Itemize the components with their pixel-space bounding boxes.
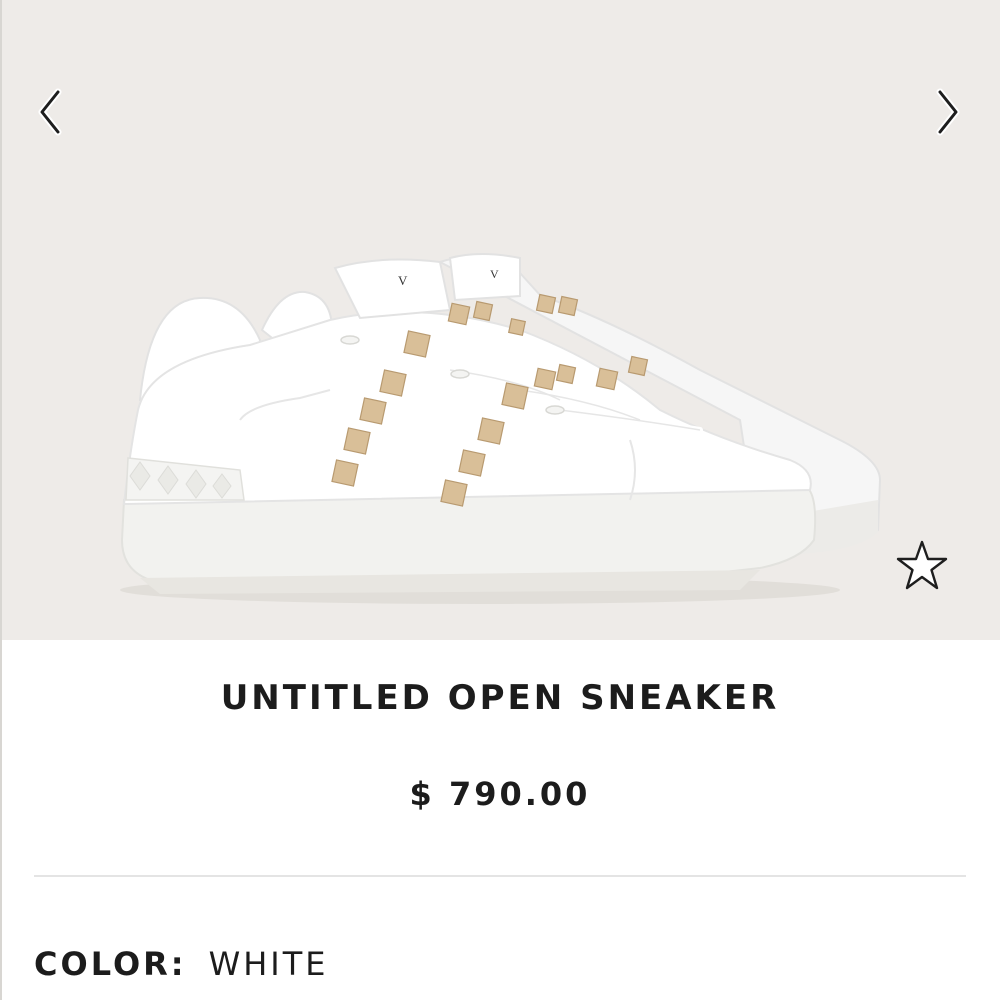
chevron-right-icon bbox=[936, 88, 960, 136]
product-title: UNTITLED OPEN SNEAKER bbox=[220, 678, 780, 718]
color-selector[interactable]: COLOR: WHITE bbox=[34, 945, 328, 983]
previous-image-button[interactable] bbox=[32, 86, 72, 138]
svg-text:V: V bbox=[490, 267, 499, 281]
color-value: WHITE bbox=[208, 945, 329, 983]
product-price: $ 790.00 bbox=[409, 775, 591, 813]
product-image: V V bbox=[120, 253, 882, 604]
svg-text:V: V bbox=[398, 273, 408, 288]
next-image-button[interactable] bbox=[928, 86, 968, 138]
chevron-left-icon bbox=[38, 88, 62, 136]
divider bbox=[34, 875, 966, 877]
add-to-wishlist-button[interactable] bbox=[894, 538, 950, 594]
color-label: COLOR: bbox=[34, 945, 187, 983]
star-outline-icon bbox=[896, 540, 948, 590]
page-border bbox=[0, 0, 2, 1000]
product-page: V V UNTITLED OPEN SNEAKER $ 790.00 COLOR… bbox=[0, 0, 1000, 1000]
product-image-gallery[interactable]: V V bbox=[0, 0, 1000, 640]
